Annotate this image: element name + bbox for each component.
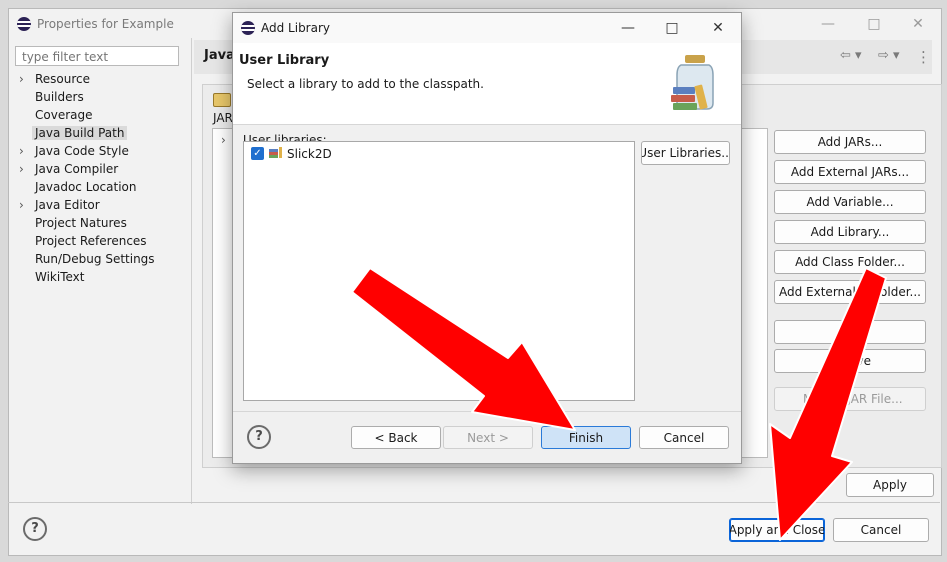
dialog-help-icon[interactable]: ? <box>247 425 271 449</box>
forward-nav-icon[interactable]: ⇨ ▾ <box>878 48 900 63</box>
remove-label: ove <box>849 354 871 368</box>
dialog-header-description: Select a library to add to the classpath… <box>247 77 484 91</box>
tree-item-javadoc-location[interactable]: Javadoc Location <box>15 178 189 196</box>
back-button[interactable]: < Back <box>351 426 441 449</box>
tree-item-project-references[interactable]: Project References <box>15 232 189 250</box>
add-variable-button[interactable]: Add Variable... <box>774 190 926 214</box>
list-item[interactable]: ✓ Slick2D <box>249 145 449 163</box>
help-icon[interactable]: ? <box>23 517 47 541</box>
tree-item-wikitext[interactable]: WikiText <box>15 268 189 286</box>
add-external-class-folder-label-left: Add External <box>779 285 856 299</box>
tree-item-coverage[interactable]: Coverage <box>15 106 189 124</box>
minimize-icon[interactable]: — <box>819 15 837 33</box>
tree-item-java-editor[interactable]: › Java Editor <box>15 196 189 214</box>
remove-button[interactable]: ove <box>774 349 926 373</box>
add-library-button[interactable]: Add Library... <box>774 220 926 244</box>
dialog-maximize-icon[interactable]: □ <box>663 19 681 37</box>
add-class-folder-button[interactable]: Add Class Folder... <box>774 250 926 274</box>
tree-item-java-compiler[interactable]: › Java Compiler <box>15 160 189 178</box>
add-external-class-folder-label-right: Folder... <box>873 285 921 299</box>
user-libraries-button[interactable]: User Libraries... <box>641 141 730 165</box>
library-icon <box>269 147 283 159</box>
chevron-right-icon[interactable]: › <box>221 133 226 147</box>
dialog-close-icon[interactable]: ✕ <box>709 19 727 37</box>
next-button[interactable]: Next > <box>443 426 533 449</box>
migrate-jar-label-right: JAR File... <box>847 392 903 406</box>
finish-button[interactable]: Finish <box>541 426 631 449</box>
dialog-cancel-button[interactable]: Cancel <box>639 426 729 449</box>
folder-tab-icon <box>213 93 231 107</box>
tree-item-run-debug-settings[interactable]: Run/Debug Settings <box>15 250 189 268</box>
dialog-minimize-icon[interactable]: — <box>619 19 637 37</box>
close-icon[interactable]: ✕ <box>909 15 927 33</box>
dialog-title: Add Library <box>261 21 331 35</box>
chevron-right-icon[interactable]: › <box>19 142 24 160</box>
add-jars-button[interactable]: Add JARs... <box>774 130 926 154</box>
library-name: Slick2D <box>287 147 332 161</box>
eclipse-logo-icon <box>17 17 31 31</box>
add-external-jars-button[interactable]: Add External JARs... <box>774 160 926 184</box>
properties-window-title: Properties for Example <box>37 17 174 31</box>
add-library-dialog: Add Library — □ ✕ User Library Select a … <box>232 12 742 464</box>
tree-item-resource[interactable]: › Resource <box>15 70 189 88</box>
sidebar-divider <box>191 38 192 504</box>
page-title: Java <box>204 48 235 63</box>
jar-label: JAR <box>213 111 233 125</box>
filter-input[interactable] <box>20 48 174 66</box>
bottom-separator <box>8 502 940 503</box>
main-cancel-button[interactable]: Cancel <box>833 518 929 542</box>
dialog-header-title: User Library <box>239 53 330 68</box>
library-checkbox[interactable]: ✓ <box>251 147 264 160</box>
add-external-class-folder-button[interactable]: Add External Folder... <box>774 280 926 304</box>
apply-button[interactable]: Apply <box>846 473 934 497</box>
apply-and-close-button[interactable]: Apply and Close <box>729 518 825 542</box>
chevron-right-icon[interactable]: › <box>19 160 24 178</box>
chevron-right-icon[interactable]: › <box>19 70 24 88</box>
back-nav-icon[interactable]: ⇦ ▾ <box>840 48 862 63</box>
tree-item-builders[interactable]: Builders <box>15 88 189 106</box>
chevron-right-icon[interactable]: › <box>19 196 24 214</box>
properties-tree: › Resource Builders Coverage Java Build P… <box>15 70 189 286</box>
tree-item-java-build-path[interactable]: Java Build Path <box>15 124 189 142</box>
dialog-header: User Library Select a library to add to … <box>233 43 741 125</box>
migrate-jar-label-left: M <box>803 392 814 406</box>
dialog-titlebar: Add Library — □ ✕ <box>233 13 741 43</box>
tree-item-project-natures[interactable]: Project Natures <box>15 214 189 232</box>
migrate-jar-button[interactable]: M JAR File... <box>774 387 926 411</box>
user-libraries-list[interactable]: ✓ Slick2D <box>243 141 635 401</box>
maximize-icon[interactable]: □ <box>865 15 883 33</box>
eclipse-logo-icon <box>241 21 255 35</box>
filter-field[interactable] <box>15 46 179 66</box>
tree-item-java-code-style[interactable]: › Java Code Style <box>15 142 189 160</box>
more-menu-icon[interactable]: ⋮ <box>916 48 931 66</box>
library-banner-icon <box>671 55 714 110</box>
edit-button[interactable] <box>774 320 926 344</box>
